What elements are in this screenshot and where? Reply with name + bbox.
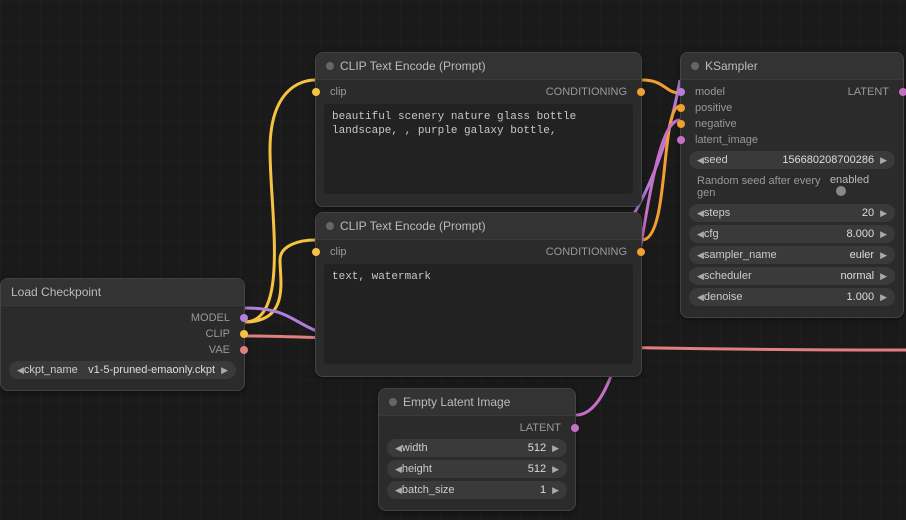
node-header[interactable]: Load Checkpoint bbox=[1, 279, 244, 306]
chevron-right-icon[interactable]: ▶ bbox=[880, 229, 887, 240]
output-conditioning[interactable]: CONDITIONING bbox=[542, 244, 635, 260]
port-dot-icon bbox=[240, 330, 248, 338]
widget-random-toggle[interactable]: Random seed after every gen enabled bbox=[689, 172, 895, 201]
collapse-dot-icon[interactable] bbox=[691, 62, 699, 70]
chevron-left-icon[interactable]: ◀ bbox=[395, 464, 402, 475]
widget-scheduler[interactable]: ◀ scheduler normal ▶ bbox=[689, 267, 895, 285]
port-dot-icon bbox=[677, 88, 685, 96]
prompt-textarea[interactable]: beautiful scenery nature glass bottle la… bbox=[324, 104, 633, 194]
prompt-textarea[interactable]: text, watermark bbox=[324, 264, 633, 364]
chevron-left-icon[interactable]: ◀ bbox=[697, 250, 704, 261]
output-latent[interactable]: LATENT bbox=[844, 84, 897, 100]
collapse-dot-icon[interactable] bbox=[389, 398, 397, 406]
input-latent-image[interactable]: latent_image bbox=[687, 132, 897, 148]
chevron-left-icon[interactable]: ◀ bbox=[395, 443, 402, 454]
collapse-dot-icon[interactable] bbox=[326, 222, 334, 230]
chevron-right-icon[interactable]: ▶ bbox=[880, 208, 887, 219]
chevron-right-icon[interactable]: ▶ bbox=[880, 155, 887, 166]
header-text: Empty Latent Image bbox=[403, 395, 510, 409]
node-header[interactable]: KSampler bbox=[681, 53, 903, 80]
chevron-left-icon[interactable]: ◀ bbox=[697, 155, 704, 166]
port-dot-icon bbox=[312, 248, 320, 256]
chevron-right-icon[interactable]: ▶ bbox=[552, 485, 559, 496]
node-header[interactable]: CLIP Text Encode (Prompt) bbox=[316, 213, 641, 240]
port-dot-icon bbox=[677, 136, 685, 144]
output-conditioning[interactable]: CONDITIONING bbox=[542, 84, 635, 100]
output-clip[interactable]: CLIP bbox=[7, 326, 238, 342]
port-dot-icon bbox=[899, 88, 906, 96]
chevron-left-icon[interactable]: ◀ bbox=[697, 229, 704, 240]
node-clip-text-encode-negative[interactable]: CLIP Text Encode (Prompt) clip CONDITION… bbox=[315, 212, 642, 377]
port-dot-icon bbox=[240, 346, 248, 354]
input-model[interactable]: model bbox=[687, 84, 729, 100]
chevron-right-icon[interactable]: ▶ bbox=[880, 271, 887, 282]
chevron-right-icon[interactable]: ▶ bbox=[221, 365, 228, 376]
header-text: Load Checkpoint bbox=[11, 285, 101, 299]
header-text: CLIP Text Encode (Prompt) bbox=[340, 219, 486, 233]
widget-seed[interactable]: ◀ seed 156680208700286 ▶ bbox=[689, 151, 895, 169]
input-clip[interactable]: clip bbox=[322, 84, 351, 100]
widget-cfg[interactable]: ◀ cfg 8.000 ▶ bbox=[689, 225, 895, 243]
input-positive[interactable]: positive bbox=[687, 100, 897, 116]
port-dot-icon bbox=[571, 424, 579, 432]
toggle-dot-icon bbox=[836, 186, 846, 196]
widget-steps[interactable]: ◀ steps 20 ▶ bbox=[689, 204, 895, 222]
output-vae[interactable]: VAE bbox=[7, 342, 238, 358]
collapse-dot-icon[interactable] bbox=[326, 62, 334, 70]
input-negative[interactable]: negative bbox=[687, 116, 897, 132]
header-text: KSampler bbox=[705, 59, 758, 73]
widget-width[interactable]: ◀ width 512 ▶ bbox=[387, 439, 567, 457]
output-latent[interactable]: LATENT bbox=[385, 420, 569, 436]
widget-sampler-name[interactable]: ◀ sampler_name euler ▶ bbox=[689, 246, 895, 264]
node-empty-latent-image[interactable]: Empty Latent Image LATENT ◀ width 512 ▶ … bbox=[378, 388, 576, 511]
widget-batch-size[interactable]: ◀ batch_size 1 ▶ bbox=[387, 481, 567, 499]
node-load-checkpoint[interactable]: Load Checkpoint MODEL CLIP VAE ◀ ckpt_na… bbox=[0, 278, 245, 391]
node-header[interactable]: CLIP Text Encode (Prompt) bbox=[316, 53, 641, 80]
input-clip[interactable]: clip bbox=[322, 244, 351, 260]
node-header[interactable]: Empty Latent Image bbox=[379, 389, 575, 416]
chevron-right-icon[interactable]: ▶ bbox=[880, 250, 887, 261]
node-clip-text-encode-positive[interactable]: CLIP Text Encode (Prompt) clip CONDITION… bbox=[315, 52, 642, 207]
node-ksampler[interactable]: KSampler model LATENT positive negative … bbox=[680, 52, 904, 318]
chevron-left-icon[interactable]: ◀ bbox=[697, 271, 704, 282]
chevron-right-icon[interactable]: ▶ bbox=[552, 464, 559, 475]
output-model[interactable]: MODEL bbox=[7, 310, 238, 326]
port-dot-icon bbox=[312, 88, 320, 96]
port-dot-icon bbox=[240, 314, 248, 322]
port-dot-icon bbox=[637, 248, 645, 256]
widget-ckpt-name[interactable]: ◀ ckpt_name v1-5-pruned-emaonly.ckpt ▶ bbox=[9, 361, 236, 379]
port-dot-icon bbox=[677, 120, 685, 128]
chevron-right-icon[interactable]: ▶ bbox=[552, 443, 559, 454]
header-text: CLIP Text Encode (Prompt) bbox=[340, 59, 486, 73]
widget-height[interactable]: ◀ height 512 ▶ bbox=[387, 460, 567, 478]
port-dot-icon bbox=[677, 104, 685, 112]
port-dot-icon bbox=[637, 88, 645, 96]
chevron-left-icon[interactable]: ◀ bbox=[697, 292, 704, 303]
widget-denoise[interactable]: ◀ denoise 1.000 ▶ bbox=[689, 288, 895, 306]
chevron-left-icon[interactable]: ◀ bbox=[17, 365, 24, 376]
chevron-left-icon[interactable]: ◀ bbox=[697, 208, 704, 219]
chevron-right-icon[interactable]: ▶ bbox=[880, 292, 887, 303]
chevron-left-icon[interactable]: ◀ bbox=[395, 485, 402, 496]
